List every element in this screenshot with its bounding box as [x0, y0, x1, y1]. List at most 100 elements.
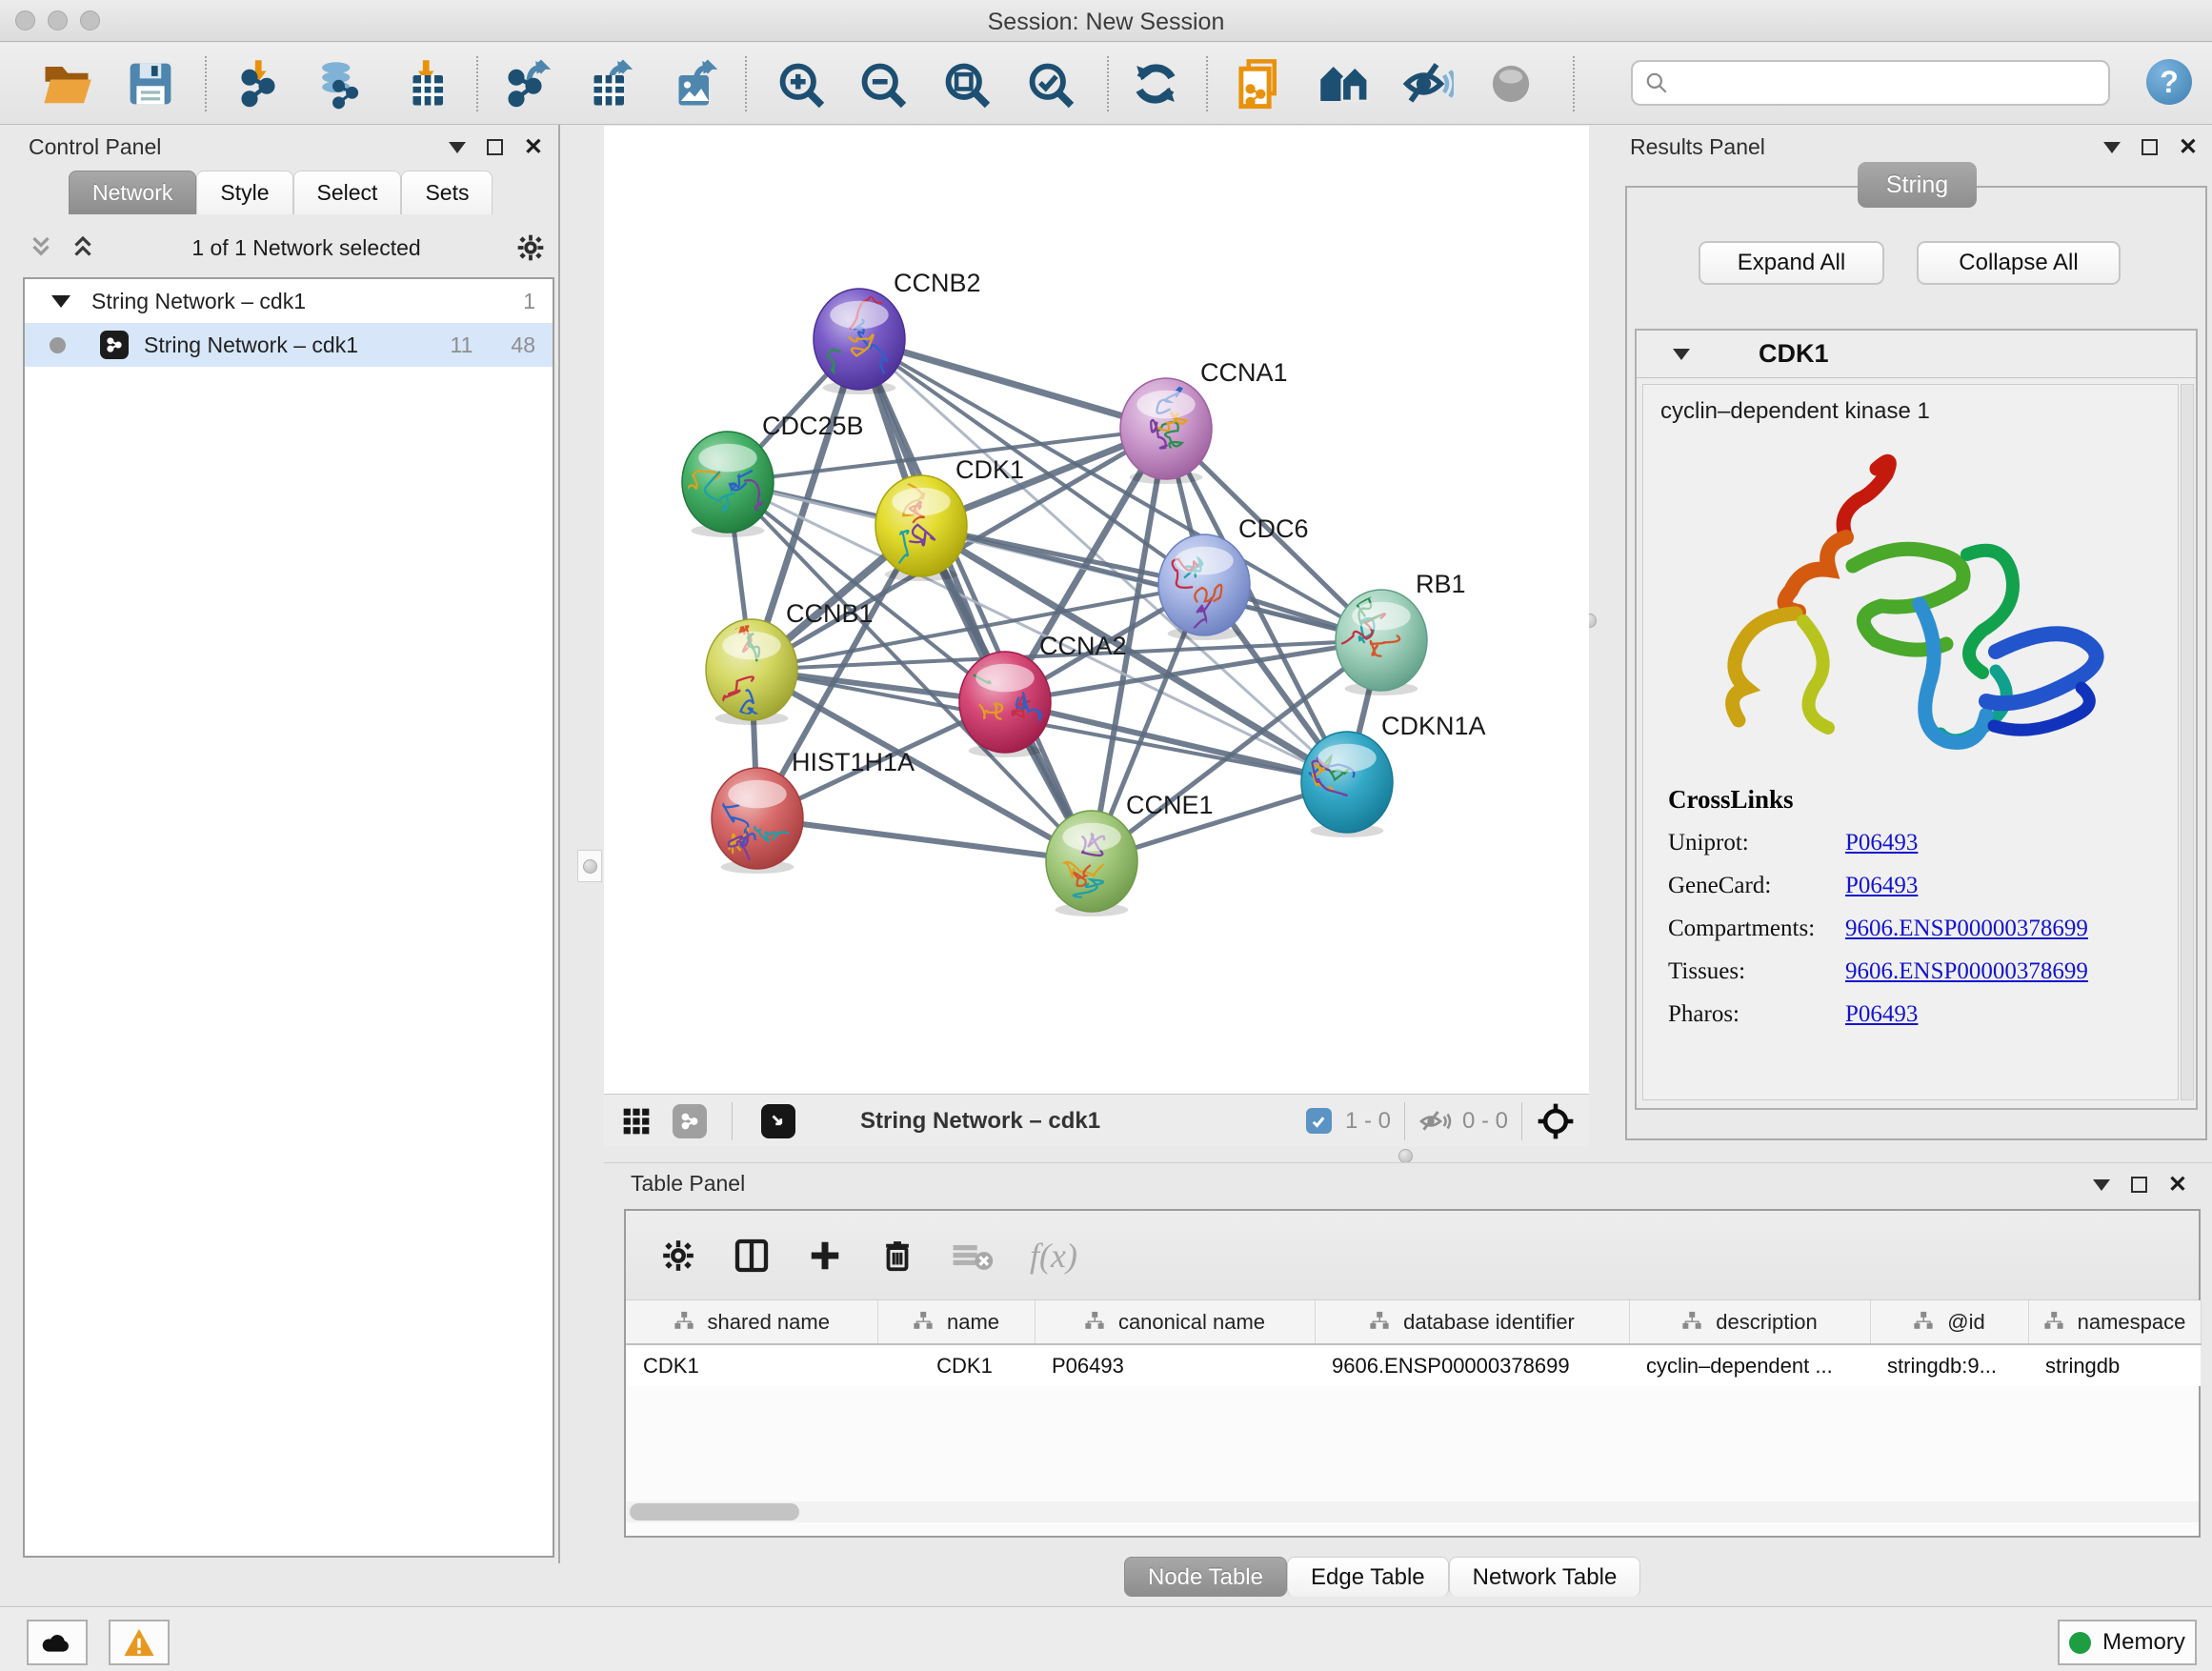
- search-box[interactable]: [1631, 60, 2110, 106]
- network-collection-row[interactable]: String Network – cdk1 1: [25, 279, 553, 323]
- scrollbar-thumb[interactable]: [630, 1503, 799, 1520]
- import-string-file-button[interactable]: [1232, 56, 1287, 111]
- network-node-CDK1[interactable]: [875, 471, 967, 581]
- memory-button[interactable]: Memory: [2058, 1620, 2197, 1665]
- crosslink-link[interactable]: P06493: [1845, 1001, 1918, 1028]
- tab-string[interactable]: String: [1858, 162, 1977, 208]
- bottom-splitter-handle[interactable]: [1389, 1149, 1421, 1162]
- tab-sets[interactable]: Sets: [401, 171, 493, 214]
- collapse-all-networks-icon[interactable]: [27, 233, 55, 262]
- import-network-button[interactable]: [231, 56, 286, 111]
- network-node-CCNE1[interactable]: [1046, 811, 1137, 916]
- results-scrollbar[interactable]: [2181, 384, 2194, 1100]
- crosslink-link[interactable]: P06493: [1845, 873, 1918, 899]
- table-horizontal-scrollbar[interactable]: [626, 1501, 2199, 1522]
- left-splitter-handle[interactable]: [577, 850, 602, 882]
- export-network-button[interactable]: [497, 56, 553, 111]
- network-options-gear-icon[interactable]: [515, 232, 546, 263]
- network-node-CCNB1[interactable]: [706, 619, 797, 732]
- column-header-namespace[interactable]: namespace: [2028, 1300, 2201, 1344]
- panel-close-icon[interactable]: ✕: [2168, 1177, 2187, 1193]
- panel-close-icon[interactable]: ✕: [2179, 139, 2198, 155]
- tab-style[interactable]: Style: [196, 171, 292, 214]
- selected-count-checkbox-icon[interactable]: [1306, 1108, 1332, 1134]
- crosslink-label: Tissues:: [1668, 958, 1845, 985]
- cloud-status-button[interactable]: [27, 1620, 88, 1665]
- crosslink-link[interactable]: 9606.ENSP00000378699: [1845, 958, 2088, 985]
- network-canvas[interactable]: CCNB2CCNA1CDC25BCDK1CDC6RB1CCNB1CCNA2CDK…: [604, 126, 1589, 1094]
- hidden-eye-icon: [1418, 1107, 1453, 1136]
- column-header-name[interactable]: name: [877, 1300, 1035, 1344]
- import-network-database-button[interactable]: [311, 56, 366, 111]
- tab-network[interactable]: Network: [69, 171, 196, 214]
- help-button[interactable]: ?: [2146, 59, 2192, 105]
- refresh-button[interactable]: [1128, 56, 1183, 111]
- panel-menu-icon[interactable]: [2103, 142, 2121, 153]
- collection-expander-icon[interactable]: [51, 295, 70, 308]
- table-row[interactable]: CDK1CDK1P064939606.ENSP00000378699cyclin…: [626, 1344, 2201, 1386]
- tab-select[interactable]: Select: [293, 171, 402, 214]
- network-node-CCNA1[interactable]: [1120, 378, 1212, 484]
- panel-close-icon[interactable]: ✕: [524, 139, 543, 155]
- hide-selected-icon: [1402, 58, 1454, 110]
- export-network-icon: [499, 58, 551, 110]
- network-node-CCNB2[interactable]: [814, 289, 905, 395]
- crosslink-link[interactable]: P06493: [1845, 830, 1918, 856]
- search-input[interactable]: [1669, 70, 2079, 95]
- fit-selected-icon[interactable]: [1536, 1101, 1576, 1141]
- show-all-button[interactable]: [1483, 56, 1538, 111]
- panel-float-icon[interactable]: [487, 139, 503, 155]
- network-node-HIST1H1A[interactable]: [712, 768, 803, 874]
- zoom-selected-button[interactable]: [1022, 56, 1077, 111]
- import-table-button[interactable]: [398, 56, 453, 111]
- string-view-icon[interactable]: [673, 1104, 707, 1138]
- column-header-id[interactable]: @id: [1870, 1300, 2028, 1344]
- panel-menu-icon[interactable]: [2093, 1179, 2110, 1191]
- current-network-dot-icon: [50, 337, 66, 353]
- collapse-all-button[interactable]: Collapse All: [1917, 241, 2121, 285]
- export-image-button[interactable]: [664, 56, 719, 111]
- crosslink-label: Pharos:: [1668, 1001, 1845, 1028]
- network-node-CDKN1A[interactable]: [1301, 732, 1393, 837]
- node-label-CCNE1: CCNE1: [1126, 791, 1214, 819]
- zoom-in-button[interactable]: [773, 56, 828, 111]
- column-header-canonical-name[interactable]: canonical name: [1035, 1300, 1315, 1344]
- first-neighbors-button[interactable]: [1317, 56, 1372, 111]
- expand-all-networks-icon[interactable]: [69, 233, 97, 262]
- open-session-icon: [41, 58, 92, 110]
- toolbar-separator: [1573, 56, 1575, 111]
- refresh-icon: [1130, 58, 1181, 110]
- grid-view-icon[interactable]: [621, 1106, 652, 1137]
- zoom-fit-button[interactable]: [938, 56, 994, 111]
- save-session-button[interactable]: [123, 56, 178, 111]
- panel-menu-icon[interactable]: [449, 142, 466, 153]
- crosslink-link[interactable]: 9606.ENSP00000378699: [1845, 916, 2088, 942]
- import-string-file-icon: [1234, 58, 1285, 110]
- tab-node-table[interactable]: Node Table: [1124, 1557, 1287, 1597]
- delete-column-trash-icon[interactable]: [879, 1238, 915, 1274]
- column-header-shared-name[interactable]: shared name: [626, 1300, 877, 1344]
- column-header-database-identifier[interactable]: database identifier: [1315, 1300, 1629, 1344]
- protein-structure-image: [1681, 433, 2129, 809]
- expand-all-button[interactable]: Expand All: [1699, 241, 1884, 285]
- node-details-header[interactable]: CDK1: [1637, 331, 2196, 378]
- birds-eye-view-icon[interactable]: [761, 1104, 795, 1138]
- show-column-icon[interactable]: [733, 1237, 771, 1275]
- warnings-button[interactable]: [109, 1620, 170, 1665]
- column-header-description[interactable]: description: [1629, 1300, 1870, 1344]
- collapse-entry-icon[interactable]: [1673, 349, 1690, 360]
- crosslink-label: Uniprot:: [1668, 830, 1845, 856]
- network-node-RB1[interactable]: [1324, 590, 1427, 695]
- open-session-button[interactable]: [39, 56, 94, 111]
- panel-float-icon[interactable]: [2131, 1177, 2147, 1193]
- hide-selected-button[interactable]: [1400, 56, 1456, 111]
- panel-float-icon[interactable]: [2142, 139, 2158, 155]
- tab-network-table[interactable]: Network Table: [1449, 1557, 1641, 1597]
- tab-edge-table[interactable]: Edge Table: [1287, 1557, 1449, 1597]
- node-table[interactable]: shared namenamecanonical namedatabase id…: [626, 1300, 2202, 1386]
- network-row-selected[interactable]: String Network – cdk1 11 48: [25, 323, 553, 367]
- export-table-button[interactable]: [579, 56, 634, 111]
- table-options-gear-icon[interactable]: [660, 1238, 696, 1274]
- zoom-out-button[interactable]: [855, 56, 910, 111]
- create-column-plus-icon[interactable]: [807, 1238, 843, 1274]
